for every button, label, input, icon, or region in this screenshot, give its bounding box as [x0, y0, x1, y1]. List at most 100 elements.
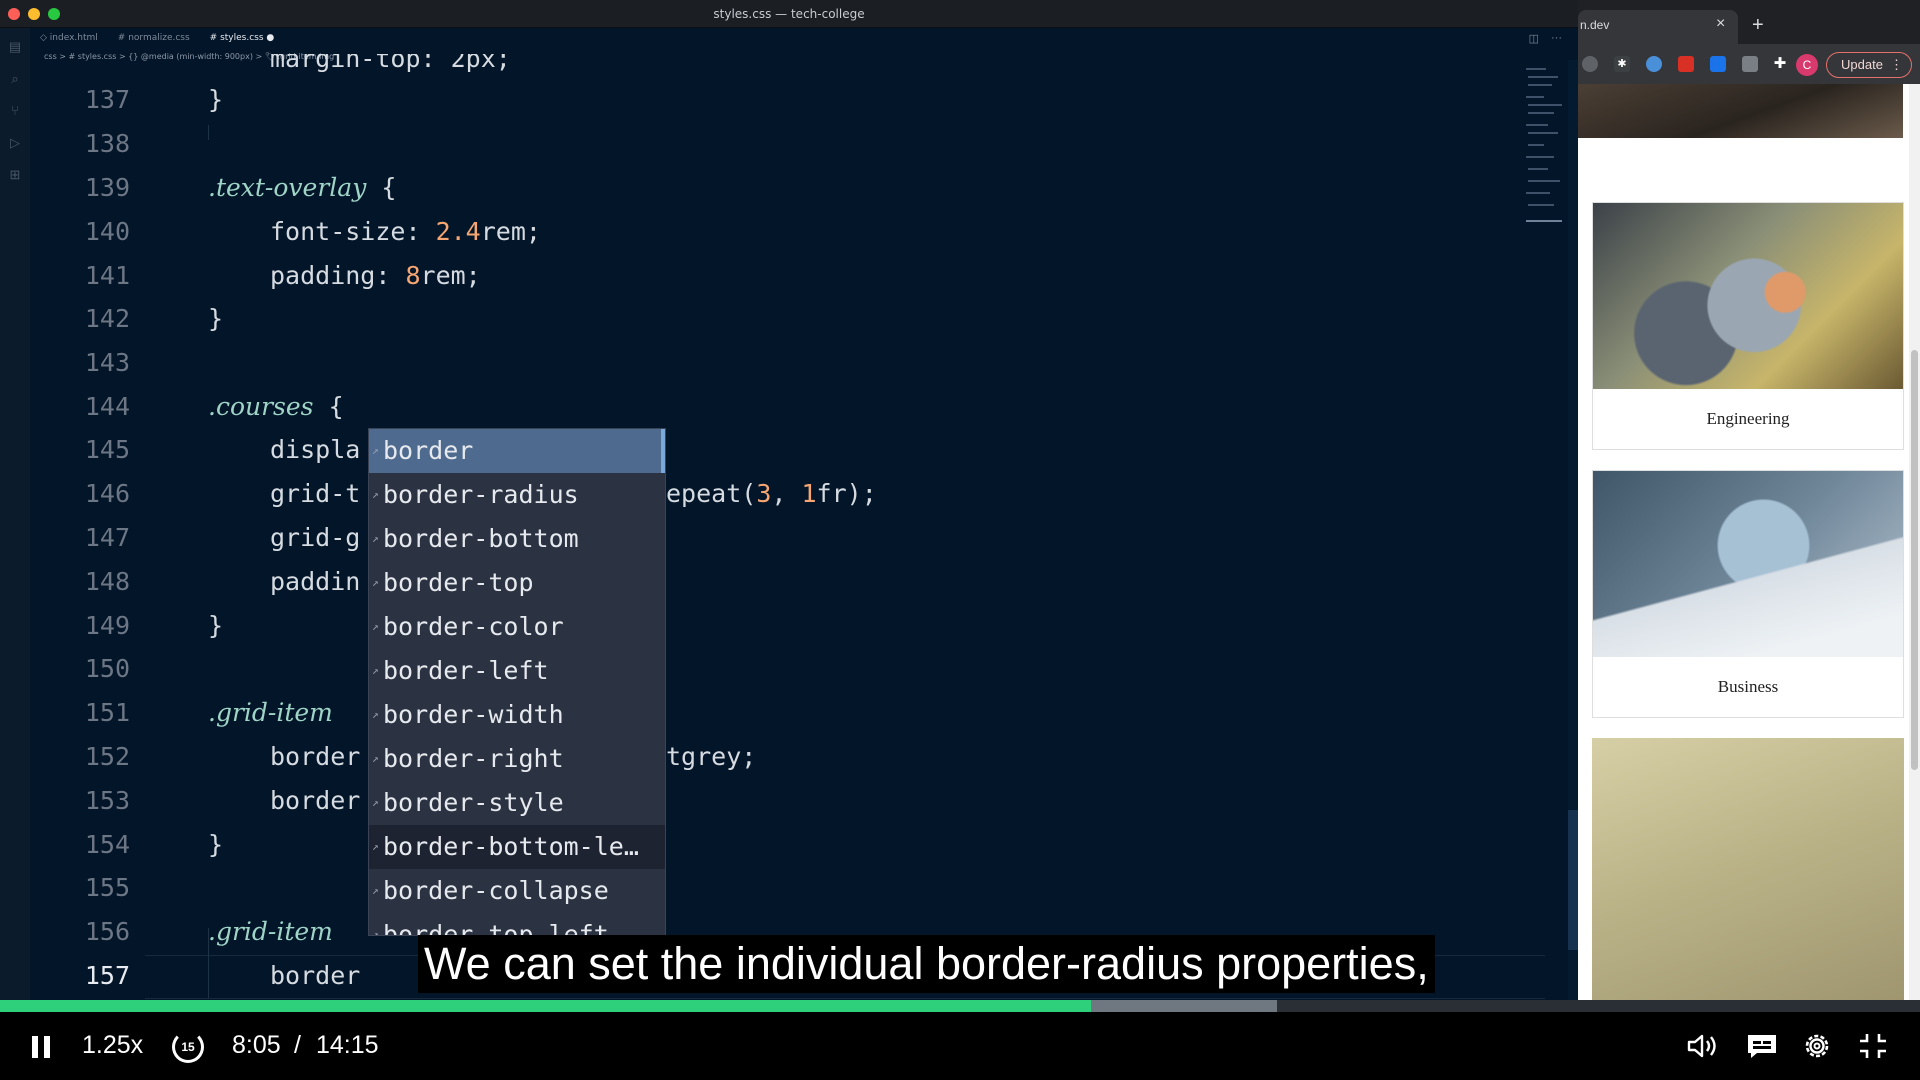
volume-icon[interactable]	[1685, 1031, 1719, 1061]
engineering-image	[1593, 203, 1903, 389]
extension-icon[interactable]	[1710, 56, 1726, 72]
rewind-15-icon[interactable]: 15	[172, 1031, 204, 1063]
explorer-icon[interactable]: ▤	[8, 40, 22, 54]
minimap-line	[1526, 124, 1548, 126]
code-line-145: displa	[270, 435, 361, 464]
property-icon: ↗	[372, 796, 379, 809]
tab-index-html[interactable]: ◇ index.html	[30, 28, 108, 50]
code-fragment: ,	[771, 479, 802, 508]
code-line-144: .courses {	[208, 392, 344, 421]
extensions-icon[interactable]: ⊞	[8, 168, 22, 182]
line-number-current: 157	[84, 961, 130, 990]
extension-icon[interactable]	[1742, 56, 1758, 72]
suggestion-label: border-collapse	[383, 876, 609, 905]
suggestion-label: border-color	[383, 612, 564, 641]
suggestion-item[interactable]: ↗ border-radius	[369, 473, 665, 517]
brace: {	[366, 173, 397, 202]
minimap-line	[1528, 104, 1562, 106]
line-number: 146	[84, 479, 130, 508]
source-control-icon[interactable]: ⑂	[8, 104, 22, 118]
suggestion-item-selected[interactable]: ↗ border	[369, 429, 665, 473]
code-line-147: grid-g	[270, 523, 361, 552]
editor-actions: ◫ ···	[1529, 32, 1562, 45]
tab-styles-css[interactable]: # styles.css ●	[199, 28, 285, 50]
suggestion-item[interactable]: ↗ border-width	[369, 693, 665, 737]
playback-speed-button[interactable]: 1.25x	[82, 1031, 143, 1060]
suggestion-item[interactable]: ↗ border-collapse	[369, 869, 665, 913]
suggestion-label: border-width	[383, 700, 564, 729]
code-line-157: border	[270, 961, 361, 990]
close-tab-icon[interactable]: ×	[1716, 15, 1725, 33]
line-number: 149	[84, 611, 130, 640]
css-selector: .text-overlay	[208, 173, 367, 202]
property-icon: ↗	[372, 488, 379, 501]
browser-scrollbar-thumb[interactable]	[1911, 350, 1918, 770]
course-card-engineering[interactable]: Engineering	[1592, 202, 1904, 450]
search-icon[interactable]: ⌕	[8, 72, 22, 86]
extension-icon[interactable]	[1646, 56, 1662, 72]
suggestion-label: border-right	[383, 744, 564, 773]
minimap-line	[1528, 168, 1548, 170]
course-card-image	[1592, 738, 1904, 1000]
subtitle-caption: We can set the individual border-radius …	[418, 935, 1435, 993]
update-button[interactable]: Update ⋮	[1826, 52, 1912, 78]
css-property: padding:	[270, 261, 406, 290]
exit-fullscreen-icon[interactable]	[1856, 1031, 1890, 1061]
suggestion-item[interactable]: ↗ border-color	[369, 605, 665, 649]
suggestion-label: border-bottom-le…	[383, 832, 639, 861]
code-fragment: epeat(	[666, 479, 757, 508]
indent-guide	[208, 125, 209, 140]
window-title: styles.css — tech-college	[713, 7, 865, 21]
suggestion-label: border-bottom	[383, 524, 579, 553]
editor-scrollbar-thumb[interactable]	[1568, 810, 1578, 950]
minimap[interactable]	[1522, 60, 1568, 230]
tab-label: normalize.css	[128, 33, 190, 43]
css-selector: .grid-item	[208, 917, 333, 946]
course-card-business[interactable]: Business	[1592, 470, 1904, 718]
browser-window: n.dev × + ✱ ✚ C Update ⋮ Engineering Busi…	[1578, 0, 1920, 1000]
browser-tab[interactable]: n.dev ×	[1578, 10, 1738, 44]
suggestion-item[interactable]: ↗ border-bottom-le…	[369, 825, 665, 869]
tab-normalize-css[interactable]: # normalize.css	[108, 28, 200, 50]
suggestion-item[interactable]: ↗ border-top	[369, 561, 665, 605]
profile-avatar[interactable]: C	[1796, 54, 1818, 76]
pause-icon[interactable]	[32, 1036, 50, 1058]
code-line-153: border	[270, 786, 361, 815]
suggestion-item[interactable]: ↗ border-right	[369, 737, 665, 781]
suggestion-item[interactable]: ↗ border-style	[369, 781, 665, 825]
suggestion-item[interactable]: ↗ border-left	[369, 649, 665, 693]
extension-icon[interactable]: ✱	[1614, 56, 1630, 72]
line-number: 144	[84, 392, 130, 421]
more-menu-icon[interactable]: ⋮	[1890, 53, 1903, 77]
suggestion-item[interactable]: ↗ border-top-left-	[369, 913, 665, 935]
code-line-152-tail: tgrey;	[666, 742, 757, 771]
extension-icon[interactable]	[1678, 56, 1694, 72]
css-unit: rem;	[480, 217, 541, 246]
minimap-line	[1528, 76, 1558, 78]
suggestion-label: border-style	[383, 788, 564, 817]
captions-icon[interactable]	[1745, 1031, 1779, 1061]
suggestion-item[interactable]: ↗ border-bottom	[369, 517, 665, 561]
minimap-line	[1526, 220, 1562, 222]
video-played-bar	[0, 1000, 1091, 1012]
tab-label: index.html	[49, 33, 98, 43]
new-tab-icon[interactable]: +	[1752, 14, 1764, 37]
code-line-146: grid-t	[270, 479, 361, 508]
code-line-137: }	[208, 85, 224, 114]
browser-toolbar: ✱ ✚ C Update ⋮	[1578, 44, 1920, 84]
suggestion-focus-bar	[661, 429, 665, 473]
property-icon: ↗	[372, 532, 379, 545]
line-number: 155	[84, 873, 130, 902]
minimap-line	[1528, 132, 1558, 134]
autocomplete-suggestions[interactable]: ↗ border ↗ border-radius ↗ border-bottom ↗ b…	[368, 428, 666, 936]
css-selector: .courses	[208, 392, 314, 421]
extension-icon[interactable]	[1582, 56, 1598, 72]
run-debug-icon[interactable]: ▷	[8, 136, 22, 150]
puzzle-extensions-icon[interactable]: ✚	[1772, 56, 1788, 72]
total-time: 14:15	[316, 1031, 379, 1059]
settings-gear-icon[interactable]	[1800, 1031, 1834, 1061]
suggestion-label: border-radius	[383, 480, 579, 509]
split-editor-icon[interactable]: ◫	[1529, 32, 1539, 45]
more-actions-icon[interactable]: ···	[1551, 32, 1562, 45]
line-number: 154	[84, 830, 130, 859]
